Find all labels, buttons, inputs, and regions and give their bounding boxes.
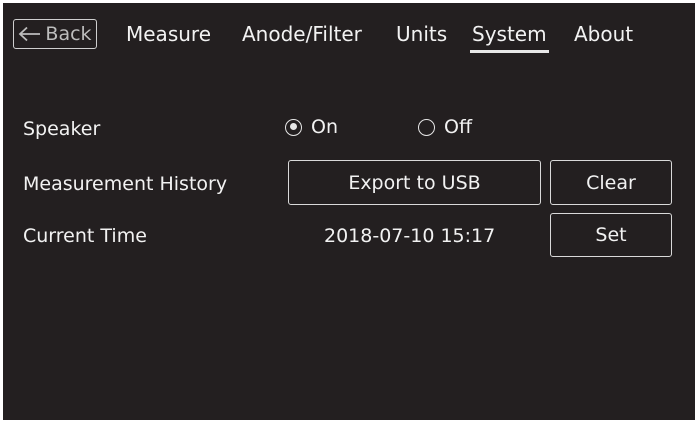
current-time-label: Current Time — [23, 225, 147, 247]
measurement-history-label: Measurement History — [23, 173, 228, 195]
active-tab-indicator — [470, 50, 549, 53]
set-time-button[interactable]: Set — [550, 213, 672, 257]
speaker-on-radio[interactable]: On — [285, 116, 338, 138]
tab-system[interactable]: System — [472, 21, 547, 47]
clear-history-button[interactable]: Clear — [550, 160, 672, 205]
tab-measure[interactable]: Measure — [126, 21, 211, 47]
speaker-off-radio[interactable]: Off — [418, 116, 472, 138]
tab-anode-filter[interactable]: Anode/Filter — [242, 21, 362, 47]
arrow-left-icon — [19, 26, 41, 42]
speaker-on-label: On — [311, 116, 338, 138]
system-settings-screen: Back Measure Anode/Filter Units System A… — [3, 3, 695, 420]
top-navigation: Back Measure Anode/Filter Units System A… — [3, 3, 695, 63]
export-to-usb-button[interactable]: Export to USB — [288, 160, 541, 205]
tab-units[interactable]: Units — [396, 21, 447, 47]
radio-unchecked-icon[interactable] — [418, 118, 435, 136]
speaker-off-label: Off — [444, 116, 473, 138]
radio-checked-icon[interactable] — [285, 118, 302, 136]
back-button-label: Back — [45, 23, 92, 45]
current-time-value: 2018-07-10 15:17 — [324, 225, 496, 247]
speaker-label: Speaker — [23, 118, 101, 140]
back-button[interactable]: Back — [13, 19, 97, 49]
tab-about[interactable]: About — [574, 21, 633, 47]
